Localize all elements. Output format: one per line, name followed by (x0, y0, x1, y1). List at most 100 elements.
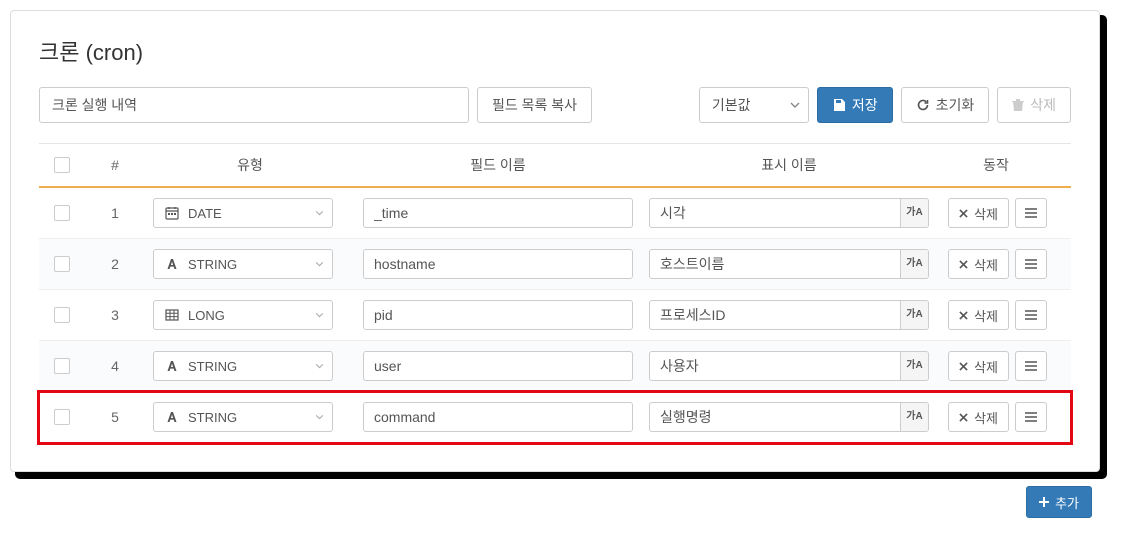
locale-button[interactable]: 가A (900, 199, 928, 227)
header-field: 필드 이름 (355, 155, 641, 175)
row-delete-label: 삭제 (974, 357, 998, 376)
type-icon (164, 410, 180, 424)
row-checkbox-cell (39, 307, 85, 323)
row-delete-button[interactable]: 삭제 (948, 351, 1009, 381)
display-name-input[interactable] (649, 249, 929, 279)
row-action-cell: 삭제 (937, 300, 1057, 330)
field-name-input[interactable] (363, 300, 633, 330)
select-all-checkbox[interactable] (54, 157, 70, 173)
close-icon (959, 362, 968, 371)
locale-button[interactable]: 가A (900, 352, 928, 380)
row-menu-button[interactable] (1015, 402, 1047, 432)
row-field-cell (355, 249, 641, 279)
type-icon (164, 308, 180, 322)
row-checkbox-cell (39, 409, 85, 425)
table-body: 1 DATE 가A (39, 188, 1071, 443)
save-button[interactable]: 저장 (817, 87, 893, 123)
schema-name-input[interactable] (39, 87, 469, 123)
trash-icon (1012, 98, 1024, 112)
toolbar: 필드 목록 복사 기본값 저장 초기화 (39, 87, 1071, 123)
copy-fields-button[interactable]: 필드 목록 복사 (477, 87, 592, 123)
row-checkbox[interactable] (54, 205, 70, 221)
chevron-down-icon (315, 364, 324, 369)
display-name-input[interactable] (649, 402, 929, 432)
type-icon (164, 359, 180, 373)
type-select-value: STRING (188, 410, 237, 425)
reset-button-label: 초기화 (936, 95, 975, 115)
row-type-cell: LONG (145, 300, 355, 330)
field-name-input[interactable] (363, 402, 633, 432)
display-name-input[interactable] (649, 300, 929, 330)
row-delete-button[interactable]: 삭제 (948, 249, 1009, 279)
row-delete-label: 삭제 (974, 255, 998, 274)
row-delete-label: 삭제 (974, 204, 998, 223)
type-select-value: DATE (188, 206, 222, 221)
preset-select[interactable]: 기본값 (699, 87, 809, 123)
row-checkbox[interactable] (54, 256, 70, 272)
field-name-input[interactable] (363, 198, 633, 228)
row-display-cell: 가A (641, 198, 937, 228)
close-icon (959, 209, 968, 218)
locale-icon: 가A (906, 259, 922, 269)
locale-button[interactable]: 가A (900, 301, 928, 329)
type-select[interactable]: DATE (153, 198, 333, 228)
row-menu-button[interactable] (1015, 249, 1047, 279)
row-delete-button[interactable]: 삭제 (948, 402, 1009, 432)
locale-button[interactable]: 가A (900, 403, 928, 431)
type-select[interactable]: LONG (153, 300, 333, 330)
type-select-value: STRING (188, 257, 237, 272)
row-display-cell: 가A (641, 402, 937, 432)
panel: 크론 (cron) 필드 목록 복사 기본값 저장 (10, 10, 1100, 472)
row-delete-button[interactable]: 삭제 (948, 198, 1009, 228)
row-index: 2 (85, 256, 145, 272)
save-icon (832, 98, 846, 112)
row-index: 4 (85, 358, 145, 374)
type-select[interactable]: STRING (153, 402, 333, 432)
row-index: 3 (85, 307, 145, 323)
row-menu-button[interactable] (1015, 351, 1047, 381)
close-icon (959, 311, 968, 320)
table-header: # 유형 필드 이름 표시 이름 동작 (39, 144, 1071, 188)
field-name-input[interactable] (363, 351, 633, 381)
type-select[interactable]: STRING (153, 249, 333, 279)
close-icon (959, 260, 968, 269)
menu-icon (1024, 411, 1038, 423)
row-action-cell: 삭제 (937, 198, 1057, 228)
type-icon (164, 257, 180, 271)
reset-button[interactable]: 초기화 (901, 87, 990, 123)
row-checkbox-cell (39, 358, 85, 374)
delete-button[interactable]: 삭제 (997, 87, 1071, 123)
row-delete-label: 삭제 (974, 408, 998, 427)
add-button[interactable]: 추가 (1026, 486, 1092, 518)
row-display-cell: 가A (641, 300, 937, 330)
row-type-cell: DATE (145, 198, 355, 228)
type-select-value: LONG (188, 308, 225, 323)
header-action: 동작 (937, 155, 1057, 175)
field-name-input[interactable] (363, 249, 633, 279)
row-type-cell: STRING (145, 249, 355, 279)
footer: 추가 (10, 472, 1100, 518)
type-select[interactable]: STRING (153, 351, 333, 381)
locale-icon: 가A (906, 412, 922, 422)
row-menu-button[interactable] (1015, 300, 1047, 330)
header-type: 유형 (145, 155, 355, 175)
row-action-cell: 삭제 (937, 402, 1057, 432)
display-name-input[interactable] (649, 351, 929, 381)
row-checkbox[interactable] (54, 358, 70, 374)
type-icon (164, 206, 180, 220)
row-checkbox[interactable] (54, 307, 70, 323)
locale-button[interactable]: 가A (900, 250, 928, 278)
row-delete-button[interactable]: 삭제 (948, 300, 1009, 330)
chevron-down-icon (315, 262, 324, 267)
row-checkbox[interactable] (54, 409, 70, 425)
row-menu-button[interactable] (1015, 198, 1047, 228)
display-input-wrap: 가A (649, 198, 929, 228)
add-button-label: 추가 (1055, 493, 1079, 512)
page-title: 크론 (cron) (39, 35, 1071, 67)
row-type-cell: STRING (145, 351, 355, 381)
table-row: 5 STRING 가A (39, 392, 1071, 443)
chevron-down-icon (315, 415, 324, 420)
display-name-input[interactable] (649, 198, 929, 228)
plus-icon (1039, 497, 1049, 507)
header-display: 표시 이름 (641, 155, 937, 175)
